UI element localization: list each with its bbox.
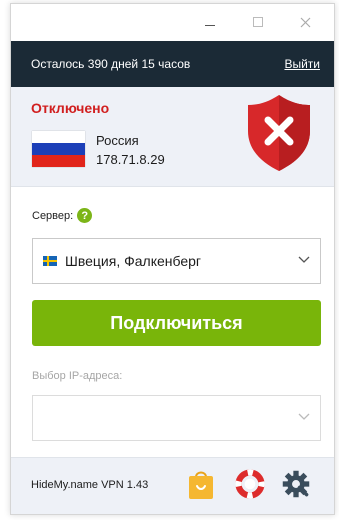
maximize-icon — [253, 17, 263, 27]
close-icon — [300, 17, 310, 27]
app-version: HideMy.name VPN 1.43 — [31, 479, 149, 491]
current-country: Россия — [96, 133, 139, 148]
russia-flag-icon — [32, 131, 85, 167]
sweden-flag-icon — [43, 256, 57, 266]
minimize-button[interactable] — [198, 12, 222, 32]
ip-address-select[interactable] — [32, 395, 321, 441]
connect-button[interactable]: Подключиться — [32, 300, 321, 346]
connection-status-panel: Отключено Россия 178.71.8.29 — [11, 87, 334, 187]
logout-link[interactable]: Выйти — [284, 57, 320, 71]
maximize-button[interactable] — [246, 12, 270, 32]
red-shield-x-icon — [248, 95, 310, 171]
title-bar — [11, 4, 334, 41]
shopping-bag-icon[interactable] — [186, 467, 216, 501]
ip-select-label: Выбор IP-адреса: — [32, 370, 123, 382]
gear-icon[interactable] — [281, 467, 311, 501]
subscription-remaining: Осталось 390 дней 15 часов — [31, 57, 191, 71]
server-label-text: Сервер: — [32, 209, 74, 222]
selected-server: Швеция, Фалкенберг — [65, 253, 202, 269]
connection-state: Отключено — [31, 100, 110, 116]
help-icon[interactable]: ? — [77, 208, 93, 223]
server-label: Сервер: ? — [32, 208, 93, 223]
footer: HideMy.name VPN 1.43 — [11, 457, 334, 514]
current-ip: 178.71.8.29 — [96, 152, 165, 167]
server-select[interactable]: Швеция, Фалкенберг — [32, 238, 321, 284]
lifebuoy-icon[interactable] — [235, 467, 265, 501]
chevron-down-icon — [298, 256, 310, 263]
vpn-window: Осталось 390 дней 15 часов Выйти Отключе… — [10, 3, 335, 515]
subscription-bar: Осталось 390 дней 15 часов Выйти — [11, 41, 334, 87]
minimize-icon — [205, 24, 215, 26]
chevron-down-icon — [298, 413, 310, 420]
close-button[interactable] — [293, 12, 317, 32]
